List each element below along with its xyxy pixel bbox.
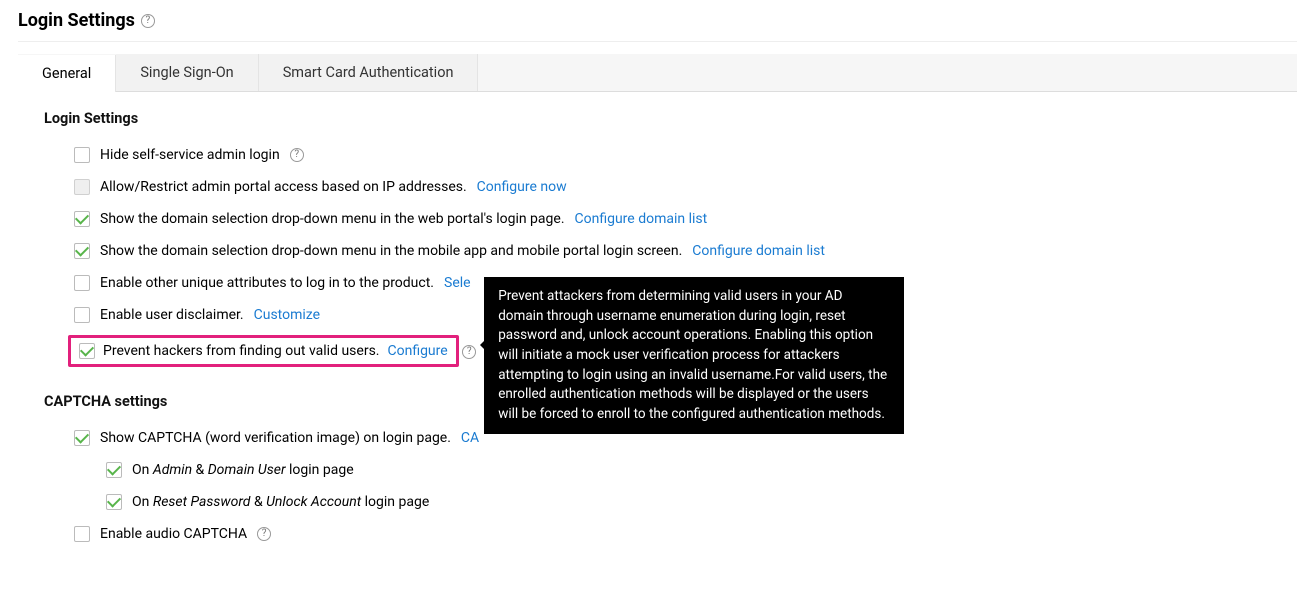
page-title: Login Settings [18,10,135,31]
text-em: Reset Password [153,494,251,510]
checkbox[interactable] [74,147,90,163]
checkbox[interactable] [74,243,90,259]
link-configure-domain-list[interactable]: Configure domain list [692,243,825,259]
tooltip-anchor: ? Prevent attackers from determining val… [462,343,476,359]
row-label: Show CAPTCHA (word verification image) o… [100,430,451,446]
checkbox[interactable] [74,430,90,446]
row-domain-mobile: Show the domain selection drop-down menu… [18,235,1297,267]
text: & [250,494,266,510]
text-em: Admin [153,462,192,478]
page-title-row: Login Settings ? [18,10,1297,41]
link-truncated[interactable]: CA [461,430,479,446]
link-customize[interactable]: Customize [254,307,320,323]
tab-label: Single Sign-On [140,64,233,81]
checkbox [74,179,90,195]
help-icon[interactable]: ? [141,14,155,28]
link-configure-domain-list[interactable]: Configure domain list [575,211,708,227]
tab-label: General [42,65,91,82]
highlight-box: Prevent hackers from finding out valid u… [68,335,459,367]
row-label: Prevent hackers from finding out valid u… [103,343,379,359]
row-on-admin: On Admin & Domain User login page [18,454,1297,486]
checkbox[interactable] [74,307,90,323]
row-domain-web: Show the domain selection drop-down menu… [18,203,1297,235]
tab-label: Smart Card Authentication [283,64,454,81]
checkbox[interactable] [74,211,90,227]
tab-general[interactable]: General [18,55,116,92]
text-em: Domain User [208,462,286,478]
checkbox[interactable] [79,343,95,359]
row-label: Allow/Restrict admin portal access based… [100,179,467,195]
row-label: Hide self-service admin login [100,147,280,163]
row-label: Enable user disclaimer. [100,307,244,323]
divider [18,41,1297,42]
row-label: Enable other unique attributes to log in… [100,275,434,291]
checkbox[interactable] [106,462,122,478]
link-configure[interactable]: Configure [387,343,447,359]
text-em: Unlock Account [266,494,361,510]
row-on-reset: On Reset Password & Unlock Account login… [18,486,1297,518]
row-label: On Reset Password & Unlock Account login… [132,494,429,510]
tabs: General Single Sign-On Smart Card Authen… [18,54,1297,92]
link-configure-now[interactable]: Configure now [477,179,567,195]
section-heading-login: Login Settings [44,110,1297,127]
row-audio-captcha: Enable audio CAPTCHA ? [18,518,1297,550]
checkbox[interactable] [74,275,90,291]
text: On [132,494,153,510]
checkbox[interactable] [106,494,122,510]
row-label: On Admin & Domain User login page [132,462,354,478]
help-icon[interactable]: ? [290,148,304,162]
text: On [132,462,153,478]
row-ip-restrict: Allow/Restrict admin portal access based… [18,171,1297,203]
row-hide-admin: Hide self-service admin login ? [18,139,1297,171]
tab-sso[interactable]: Single Sign-On [116,54,258,91]
tab-smartcard[interactable]: Smart Card Authentication [259,54,479,91]
help-icon[interactable]: ? [257,527,271,541]
tooltip: Prevent attackers from determining valid… [484,277,904,434]
row-label: Enable audio CAPTCHA [100,526,247,542]
text: & [192,462,208,478]
text: login page [361,494,429,510]
row-prevent-hackers-wrap: Prevent hackers from finding out valid u… [18,331,1297,371]
row-label: Show the domain selection drop-down menu… [100,211,565,227]
checkbox[interactable] [74,526,90,542]
text: login page [286,462,354,478]
link-truncated[interactable]: Sele [444,275,471,291]
row-label: Show the domain selection drop-down menu… [100,243,682,259]
